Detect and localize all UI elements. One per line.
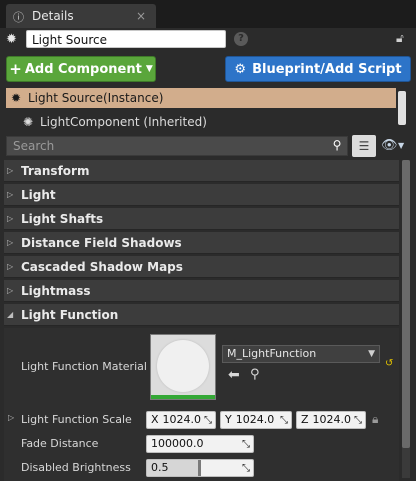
material-thumbnail[interactable]	[150, 334, 216, 400]
category-transform[interactable]: ▷ Transform	[4, 160, 399, 182]
axis-y-label: Y	[225, 413, 232, 426]
tab-strip: ⓘ Details ×	[0, 0, 416, 28]
light-actor-icon: ✹	[6, 32, 17, 47]
disabled-brightness-label: Disabled Brightness	[21, 461, 131, 474]
category-light[interactable]: ▷ Light	[4, 184, 399, 206]
tree-item-light-source-instance[interactable]: ✹ Light Source(Instance)	[6, 88, 396, 108]
category-label: Lightmass	[21, 283, 91, 298]
category-label: Light	[21, 187, 56, 202]
category-cascaded-shadow-maps[interactable]: ▷ Cascaded Shadow Maps	[4, 256, 399, 278]
axis-z-label: Z	[301, 413, 309, 426]
light-actor-icon: ✹	[10, 91, 22, 105]
category-light-shafts[interactable]: ▷ Light Shafts	[4, 208, 399, 230]
browse-magnifier-icon[interactable]: ⚲	[250, 367, 260, 382]
scale-z-field[interactable]: Z 1024.0 ⤡	[296, 411, 366, 429]
expand-arrow-icon: ▷	[7, 190, 14, 199]
tree-scrollbar[interactable]	[398, 91, 406, 125]
plus-icon: +	[9, 60, 22, 78]
chevron-down-icon[interactable]: ▼	[398, 141, 404, 150]
view-options-button[interactable]: ☰	[352, 135, 376, 157]
disabled-brightness-slider[interactable]: 0.5 ⤡	[146, 459, 254, 477]
fade-distance-label: Fade Distance	[21, 437, 99, 450]
scale-x-value: 1024.0	[162, 413, 202, 426]
drag-arrows-icon: ⤡	[354, 415, 362, 426]
chevron-down-icon: ▼	[145, 64, 153, 74]
tree-item-light-component[interactable]: ✺ LightComponent (Inherited)	[18, 112, 388, 130]
drag-arrows-icon: ⤡	[204, 415, 212, 426]
expand-arrow-icon: ▷	[7, 286, 14, 295]
disabled-brightness-value: 0.5	[151, 461, 169, 474]
search-input[interactable]: Search	[6, 136, 348, 156]
fade-distance-field[interactable]: 100000.0 ⤡	[146, 435, 254, 453]
help-icon[interactable]: ?	[234, 32, 248, 46]
scale-z-value: 1024.0	[312, 413, 352, 426]
chevron-down-icon: ▼	[368, 349, 375, 359]
category-light-function[interactable]: ◢ Light Function	[4, 304, 399, 326]
light-function-scale-label: Light Function Scale	[21, 413, 132, 426]
light-function-material-label: Light Function Material	[21, 360, 147, 373]
use-selected-arrow-icon[interactable]: ⬅	[228, 367, 240, 383]
drag-arrows-icon: ⤡	[280, 415, 288, 426]
asset-value: M_LightFunction	[227, 347, 317, 360]
eye-icon[interactable]: 👁︎	[381, 138, 398, 153]
material-preview-sphere	[157, 340, 209, 392]
list-icon: ☰	[358, 139, 370, 153]
actor-name-row: ✹ Light Source ? 🔓︎	[0, 28, 416, 52]
drag-arrows-icon: ⤡	[242, 463, 250, 474]
expand-arrow-icon: ▷	[7, 238, 14, 247]
lock-icon[interactable]: 🔒︎	[372, 412, 378, 427]
blueprint-icon: ⚙	[234, 61, 247, 77]
scale-x-field[interactable]: X 1024.0 ⤡	[146, 411, 216, 429]
category-label: Transform	[21, 163, 90, 178]
lock-icon[interactable]: 🔓︎	[396, 31, 404, 46]
expand-arrow-icon[interactable]: ▷	[8, 413, 14, 422]
category-label: Light Shafts	[21, 211, 104, 226]
add-component-button[interactable]: + Add Component ▼	[6, 56, 156, 82]
tab-details[interactable]: ⓘ Details ×	[6, 4, 156, 28]
expand-arrow-icon: ▷	[7, 214, 14, 223]
tab-title: Details	[32, 9, 74, 23]
tree-item-label: LightComponent (Inherited)	[40, 115, 207, 129]
expand-arrow-icon: ▷	[7, 166, 14, 175]
axis-x-label: X	[151, 413, 159, 426]
details-icon: ⓘ	[13, 11, 24, 24]
add-component-label: Add Component	[24, 61, 142, 77]
reset-to-default-icon[interactable]: ↺	[385, 358, 393, 369]
category-label: Distance Field Shadows	[21, 235, 182, 250]
component-tree: ✹ Light Source(Instance) ✺ LightComponen…	[0, 88, 416, 130]
collapse-arrow-icon: ◢	[7, 310, 14, 319]
drag-arrows-icon: ⤡	[242, 439, 250, 450]
fade-distance-value: 100000.0	[151, 437, 204, 450]
search-icon[interactable]: ⚲	[330, 138, 344, 152]
category-label: Light Function	[21, 307, 119, 322]
expand-arrow-icon: ▷	[7, 262, 14, 271]
blueprint-label: Blueprint/Add Script	[252, 61, 402, 77]
blueprint-add-script-button[interactable]: ⚙ Blueprint/Add Script	[225, 56, 411, 82]
search-row: Search ⚲ ☰ 👁︎ ▼	[0, 134, 416, 158]
light-component-icon: ✺	[22, 115, 34, 129]
material-type-bar	[151, 395, 215, 399]
close-icon[interactable]: ×	[134, 9, 148, 23]
scale-y-value: 1024.0	[235, 413, 275, 426]
slider-handle[interactable]	[198, 460, 201, 476]
category-lightmass[interactable]: ▷ Lightmass	[4, 280, 399, 302]
details-scrollbar-thumb[interactable]	[402, 160, 410, 448]
scale-y-field[interactable]: Y 1024.0 ⤡	[220, 411, 292, 429]
category-distance-field-shadows[interactable]: ▷ Distance Field Shadows	[4, 232, 399, 254]
category-label: Cascaded Shadow Maps	[21, 259, 183, 274]
light-function-material-combo[interactable]: M_LightFunction ▼	[222, 345, 380, 363]
actor-name-input[interactable]: Light Source	[26, 30, 226, 48]
tree-item-label: Light Source(Instance)	[28, 91, 164, 105]
